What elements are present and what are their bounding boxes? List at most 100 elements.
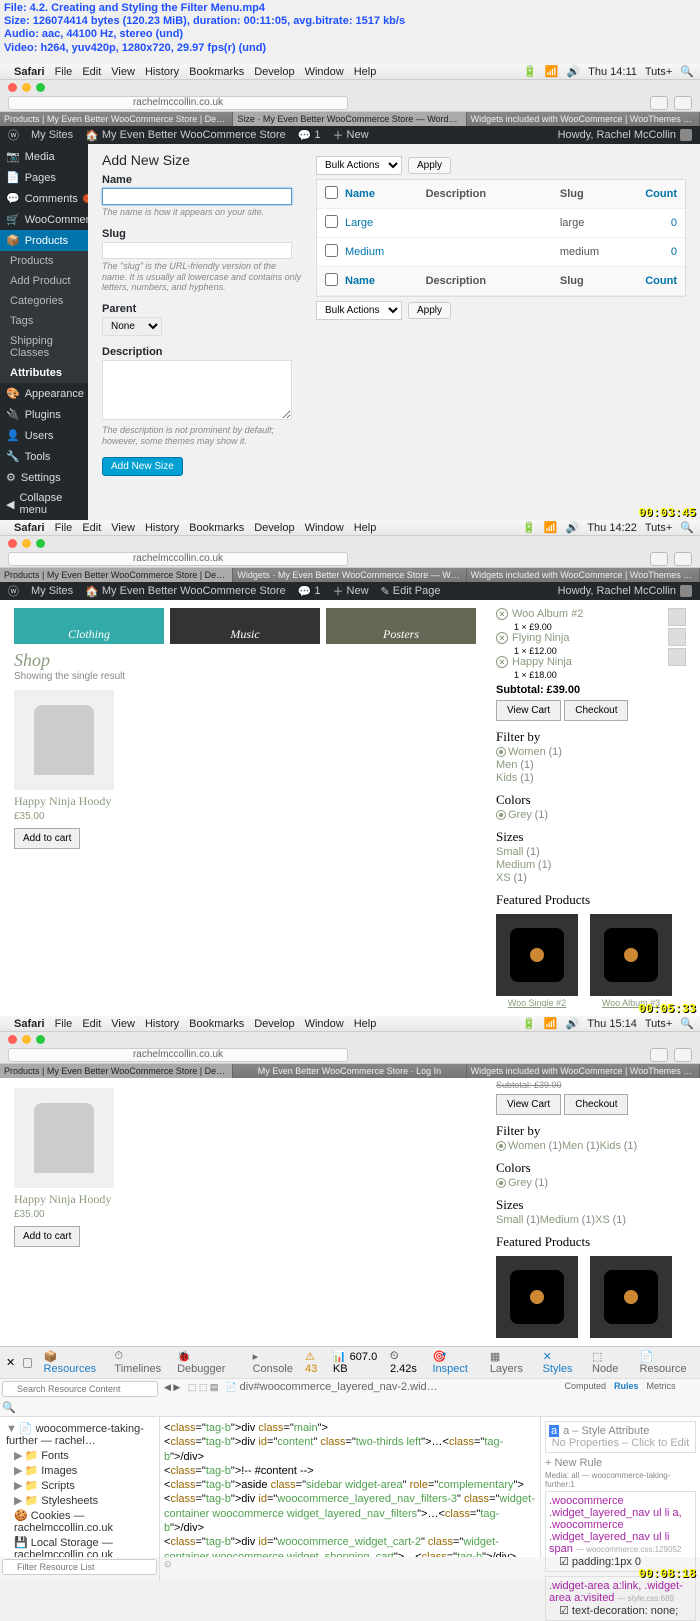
menu-icon: 📷 bbox=[6, 150, 20, 163]
sidebar-item-settings[interactable]: ⚙Settings bbox=[0, 467, 88, 488]
menu-icon: ⚙ bbox=[6, 471, 16, 484]
search-icon[interactable]: 🔍 bbox=[680, 65, 694, 78]
sidebar-item-plugins[interactable]: 🔌Plugins bbox=[0, 404, 88, 425]
my-sites[interactable]: My Sites bbox=[31, 129, 73, 141]
cat-music[interactable]: Music bbox=[170, 608, 320, 644]
remove-icon[interactable]: × bbox=[496, 608, 508, 620]
timelines-tab[interactable]: ⏱ Timelines bbox=[110, 1349, 165, 1376]
page-title: Add New Size bbox=[102, 152, 302, 168]
wp-sidebar: 📷Media📄Pages💬Comments1🛒WooCommerce📦Produ… bbox=[0, 144, 88, 520]
sidebar-item-attributes[interactable]: Attributes bbox=[0, 363, 88, 383]
checkout-button[interactable]: Checkout bbox=[564, 700, 628, 721]
ov-video: Video: h264, yuv420p, 1280x720, 29.97 fp… bbox=[4, 42, 696, 55]
terms-table: Name Description Slug Count Large large … bbox=[316, 179, 686, 297]
sidebar-item-products[interactable]: Products bbox=[0, 251, 88, 271]
resources-tab[interactable]: 📦 Resources bbox=[40, 1349, 103, 1376]
tab-1[interactable]: Products | My Even Better WooCommerce St… bbox=[0, 112, 233, 126]
menu-icon: 🔌 bbox=[6, 408, 20, 421]
close-icon[interactable]: ✕ bbox=[6, 1356, 15, 1369]
devtools: ✕ 📦 Resources ⏱ Timelines 🐞 Debugger ▸ C… bbox=[0, 1346, 700, 1581]
add-size-button[interactable]: Add New Size bbox=[102, 457, 183, 476]
dock-icon[interactable] bbox=[23, 1358, 31, 1368]
tab-2[interactable]: Size · My Even Better WooCommerce Store … bbox=[233, 112, 466, 126]
inspect-button[interactable]: 🎯 Inspect bbox=[428, 1349, 477, 1376]
sidebar-item-shipping-classes[interactable]: Shipping Classes bbox=[0, 331, 88, 363]
cb-all[interactable] bbox=[325, 273, 338, 286]
sidebar-item-woocommerce[interactable]: 🛒WooCommerce bbox=[0, 209, 88, 230]
wp-admin-bar: ⓦ My Sites 🏠My Even Better WooCommerce S… bbox=[0, 126, 700, 144]
view-cart-button[interactable]: View Cart bbox=[496, 700, 561, 721]
share-icon[interactable] bbox=[650, 96, 668, 110]
filter-title: Filter by bbox=[496, 729, 686, 745]
cat-posters[interactable]: Posters bbox=[326, 608, 476, 644]
avatar[interactable] bbox=[680, 129, 692, 141]
name-label: Name bbox=[102, 174, 302, 186]
sidebar-item-collapse-menu[interactable]: ◀Collapse menu bbox=[0, 488, 88, 520]
sidebar-item-pages[interactable]: 📄Pages bbox=[0, 167, 88, 188]
product-card[interactable]: Happy Ninja Hoody £35.00 Add to cart bbox=[14, 1088, 114, 1247]
app-name[interactable]: Safari bbox=[14, 66, 45, 78]
add-to-cart-button[interactable]: Add to cart bbox=[14, 828, 80, 849]
howdy[interactable]: Howdy, Rachel McCollin bbox=[558, 129, 676, 141]
product-card[interactable]: Happy Ninja Hoody £35.00 Add to cart bbox=[14, 690, 114, 849]
url-bar: rachelmccollin.co.uk bbox=[0, 94, 700, 112]
zoom-icon[interactable] bbox=[36, 83, 45, 92]
home-icon[interactable]: 🏠 bbox=[85, 129, 99, 142]
sidebar-item-comments[interactable]: 💬Comments1 bbox=[0, 188, 88, 209]
menu-icon: 💬 bbox=[6, 192, 20, 205]
cb-row[interactable] bbox=[325, 244, 338, 257]
window-controls bbox=[0, 80, 700, 94]
bulk-select[interactable]: Bulk Actions bbox=[316, 301, 402, 320]
sidebar-item-media[interactable]: 📷Media bbox=[0, 146, 88, 167]
apply-button[interactable]: Apply bbox=[408, 157, 451, 174]
user[interactable]: Tuts+ bbox=[645, 66, 672, 78]
styles-pane[interactable]: aa – Style Attribute No Properties – Cli… bbox=[540, 1417, 700, 1557]
shop-title: Shop bbox=[14, 650, 476, 671]
comment-icon[interactable]: 💬 bbox=[298, 129, 312, 142]
bulk-select[interactable]: Bulk Actions bbox=[316, 156, 402, 175]
wp-logo-icon[interactable]: ⓦ bbox=[8, 127, 19, 143]
minimize-icon[interactable] bbox=[22, 83, 31, 92]
sidebar-item-add-product[interactable]: Add Product bbox=[0, 271, 88, 291]
close-icon[interactable] bbox=[8, 83, 17, 92]
mac-menubar[interactable]: Safari File Edit View History Bookmarks … bbox=[0, 64, 700, 80]
cb-all[interactable] bbox=[325, 186, 338, 199]
address-field[interactable]: rachelmccollin.co.uk bbox=[8, 96, 348, 110]
cat-clothing[interactable]: Clothing bbox=[14, 608, 164, 644]
result-count: Showing the single result bbox=[14, 671, 476, 682]
sidebar-item-users[interactable]: 👤Users bbox=[0, 425, 88, 446]
category-banners: Clothing Music Posters bbox=[14, 608, 476, 644]
desc-input[interactable] bbox=[102, 360, 292, 420]
search-resource[interactable] bbox=[2, 1381, 158, 1397]
desc-label: Description bbox=[102, 346, 302, 358]
slug-input[interactable] bbox=[102, 242, 292, 259]
resource-tree[interactable]: ▼📄 woocommerce-taking-further — rachel… … bbox=[0, 1417, 160, 1557]
debugger-tab[interactable]: 🐞 Debugger bbox=[173, 1349, 233, 1376]
tab-3[interactable]: Widgets included with WooCommerce | WooT… bbox=[467, 112, 700, 126]
ov-audio: Audio: aac, 44100 Hz, stereo (und) bbox=[4, 28, 696, 41]
name-input[interactable] bbox=[102, 188, 292, 205]
sidebar-item-categories[interactable]: Categories bbox=[0, 291, 88, 311]
term-name[interactable]: Large bbox=[345, 217, 426, 229]
apply-button[interactable]: Apply bbox=[408, 302, 451, 319]
menu-icon: ◀ bbox=[6, 498, 14, 511]
sidebar-item-tags[interactable]: Tags bbox=[0, 311, 88, 331]
cb-row[interactable] bbox=[325, 215, 338, 228]
sidebar-item-products[interactable]: 📦Products bbox=[0, 230, 88, 251]
sidebar-item-tools[interactable]: 🔧Tools bbox=[0, 446, 88, 467]
menu-icon: 📦 bbox=[6, 234, 20, 247]
menu-icon: 🔧 bbox=[6, 450, 20, 463]
tabs-icon[interactable] bbox=[674, 96, 692, 110]
slug-label: Slug bbox=[102, 228, 302, 240]
menu-icon: 📄 bbox=[6, 171, 20, 184]
parent-select[interactable]: None bbox=[102, 317, 162, 336]
plus-icon[interactable]: ＋ bbox=[333, 127, 344, 143]
sidebar-item-appearance[interactable]: 🎨Appearance bbox=[0, 383, 88, 404]
term-name[interactable]: Medium bbox=[345, 246, 426, 258]
dom-tree[interactable]: <class="tag-b">div class="main"> <class=… bbox=[160, 1417, 540, 1557]
ov-size: Size: 126074414 bytes (120.23 MiB), dura… bbox=[4, 15, 696, 28]
console-tab[interactable]: ▸ Console bbox=[249, 1349, 297, 1376]
filter-resource[interactable] bbox=[2, 1559, 157, 1575]
menu-icon: 👤 bbox=[6, 429, 20, 442]
browser-tabs: Products | My Even Better WooCommerce St… bbox=[0, 112, 700, 126]
